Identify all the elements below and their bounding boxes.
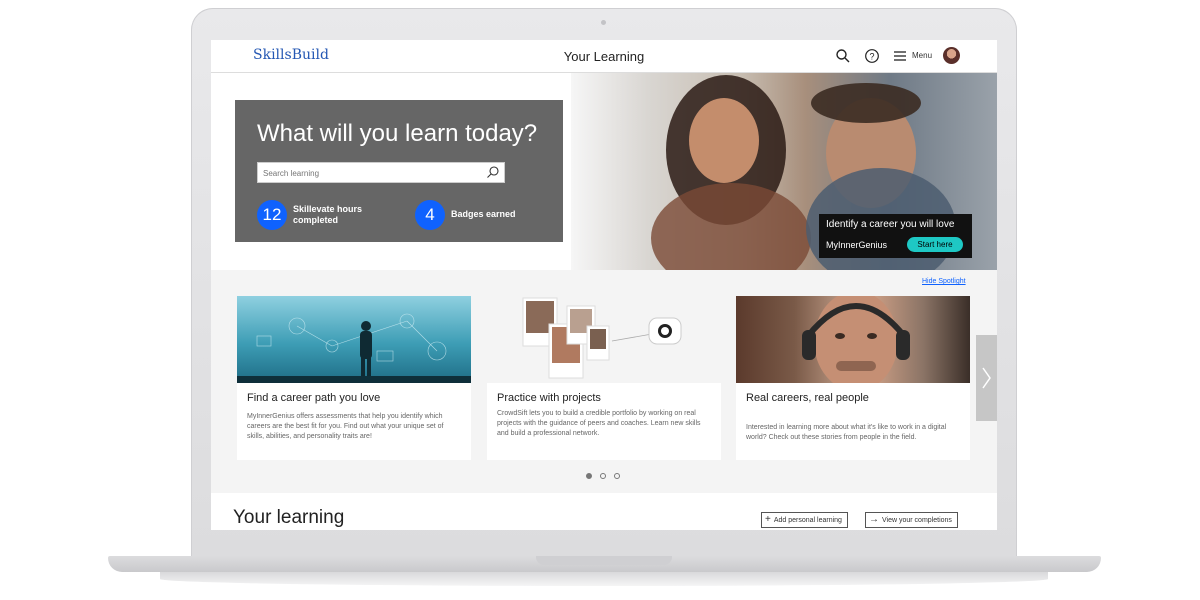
hide-spotlight-link[interactable]: Hide Spotlight [922,278,966,285]
search-icon[interactable] [835,48,851,64]
hamburger-menu-icon[interactable] [892,48,908,64]
stat-badges-value: 4 [415,200,445,230]
carousel-next-button[interactable] [976,335,997,421]
svg-text:?: ? [869,51,874,61]
card-image-careers [736,296,970,383]
carousel-dot-2[interactable] [600,473,606,479]
stat-hours-label: Skillevate hours completed [293,204,363,225]
add-personal-learning-button[interactable]: + Add personal learning [761,512,848,528]
stat-hours-value: 12 [257,200,287,230]
spotlight-card-careers[interactable]: Real careers, real people Interested in … [736,296,970,460]
hero-heading: What will you learn today? [257,120,538,147]
stat-badges-label: Badges earned [451,209,516,219]
cta-brand: MyInnerGenius [826,240,888,250]
spotlight-card-career[interactable]: Find a career path you love MyInnerGeniu… [237,296,471,460]
laptop-base-shadow [160,572,1048,586]
arrow-right-icon: → [869,514,879,525]
card-description: Interested in learning more about what i… [746,424,947,441]
card-description: MyInnerGenius offers assessments that he… [247,413,444,440]
plus-icon: + [765,514,771,525]
laptop-camera [601,20,606,25]
view-completions-button[interactable]: → View your completions [865,512,958,528]
card-image-career [237,296,471,383]
search-input[interactable] [263,169,478,178]
career-cta-box: Identify a career you will love MyInnerG… [819,214,972,258]
card-image-projects [487,296,721,383]
card-title: Real careers, real people [746,392,869,404]
hero-card: What will you learn today? 12 Skillevate… [235,100,563,242]
top-bar: SkillsBuild Your Learning ? Menu [211,40,997,73]
search-icon[interactable] [486,165,500,179]
screen: SkillsBuild Your Learning ? Menu What wi… [211,40,997,530]
cta-text: Identify a career you will love [826,219,955,230]
carousel-dot-1[interactable] [586,473,592,479]
avatar[interactable] [943,47,960,64]
search-box[interactable] [257,162,505,183]
your-learning-title: Your learning [233,507,345,528]
card-title: Practice with projects [497,392,601,404]
laptop-notch [536,556,672,565]
start-here-button[interactable]: Start here [907,237,963,252]
hero-section: What will you learn today? 12 Skillevate… [211,73,997,270]
card-description: CrowdSift lets you to build a credible p… [497,410,701,437]
help-icon[interactable]: ? [864,48,880,64]
your-learning-section: Your learning + Add personal learning → Vi… [211,493,997,530]
spotlight-card-projects[interactable]: Practice with projects CrowdSift lets yo… [487,296,721,460]
carousel-dot-3[interactable] [614,473,620,479]
menu-label[interactable]: Menu [912,51,932,60]
card-title: Find a career path you love [247,392,381,404]
chevron-right-icon[interactable] [976,335,997,421]
